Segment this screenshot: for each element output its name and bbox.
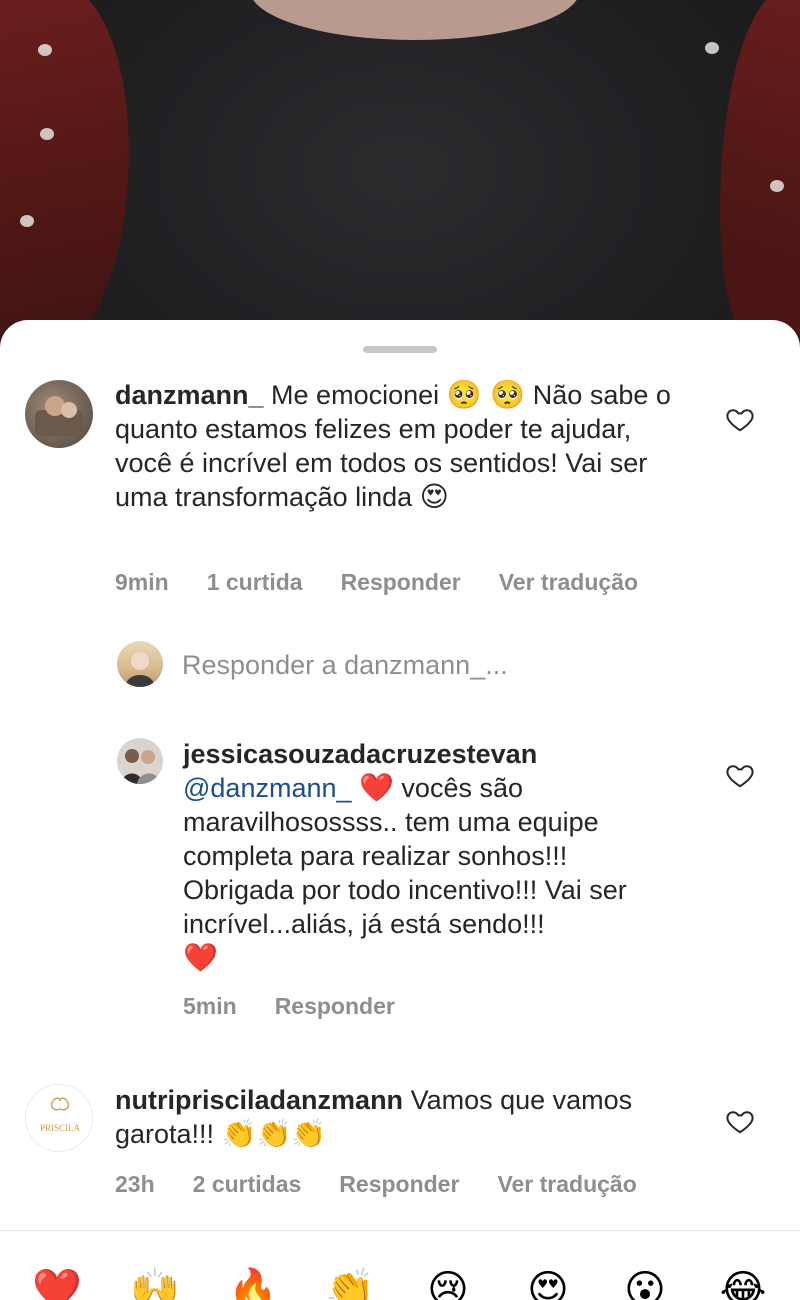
clapping-hands-emoji: 👏👏👏 [221,1117,327,1150]
comment-text: Me emocionei [271,380,440,410]
reply-button[interactable]: Responder [339,1171,459,1198]
background-fabric-right [720,0,800,360]
red-heart-emoji: ❤️ [359,771,394,804]
avatar-photo-icon [35,396,83,436]
mention-link[interactable]: @danzmann_ [183,773,352,803]
comment-body: danzmann_ Me emocionei 🥺 🥺 Não sabe o qu… [115,378,695,514]
avatar[interactable] [117,738,163,784]
divider [0,1230,800,1231]
like-heart-icon[interactable] [725,404,755,434]
comment-username[interactable]: jessicasouzadacruzestevan [183,739,537,769]
reply-button[interactable]: Responder [275,993,395,1020]
reaction-raised-hands-icon[interactable]: 🙌 [125,1260,185,1300]
emoji-reaction-bar: ❤️ 🙌 🔥 👏 😢 😍 😮 😂 [0,1260,800,1300]
avatar[interactable] [25,380,93,448]
reaction-fire-icon[interactable]: 🔥 [223,1260,283,1300]
reply-input-placeholder: Responder a danzmann_... [182,650,508,680]
couple-photo-icon [121,749,161,784]
current-user-avatar [117,641,163,687]
heart-eyes-emoji: 😍 [419,480,449,513]
reply-comment-body: jessicasouzadacruzestevan @danzmann_ ❤️ … [183,737,683,975]
reaction-heart-eyes-icon[interactable]: 😍 [518,1260,578,1300]
red-heart-emoji: ❤️ [183,941,218,974]
comment-meta: 23h 2 curtidas Responder Ver tradução [115,1171,675,1198]
reaction-crying-face-icon[interactable]: 😢 [418,1260,478,1300]
reaction-surprised-face-icon[interactable]: 😮 [615,1260,675,1300]
reaction-clap-icon[interactable]: 👏 [320,1260,380,1300]
background-fabric-left [0,0,156,360]
background-video-frame [0,0,800,360]
comment-time: 23h [115,1171,155,1197]
comment-time: 9min [115,569,169,595]
translate-button[interactable]: Ver tradução [499,569,638,596]
reply-button[interactable]: Responder [341,569,461,596]
priscila-logo-icon: PRISCILA [40,1097,81,1133]
sheet-drag-handle[interactable] [363,346,437,353]
pleading-face-emoji: 🥺 🥺 [446,378,526,411]
reply-input[interactable]: Responder a danzmann_... [182,650,508,681]
comment-body: nutriprisciladanzmann Vamos que vamos ga… [115,1083,635,1151]
avatar[interactable]: PRISCILA [25,1084,93,1152]
comments-sheet: danzmann_ Me emocionei 🥺 🥺 Não sabe o qu… [0,320,800,1300]
comment-meta: 9min 1 curtida Responder Ver tradução [115,569,676,596]
translate-button[interactable]: Ver tradução [497,1171,636,1198]
svg-text:PRISCILA: PRISCILA [40,1123,81,1133]
comment-likes[interactable]: 1 curtida [207,569,303,596]
user-photo-icon [125,652,155,687]
reaction-heart-icon[interactable]: ❤️ [27,1260,87,1300]
background-skin [250,0,580,40]
comment-likes[interactable]: 2 curtidas [193,1171,302,1198]
like-heart-icon[interactable] [725,760,755,790]
comment-time: 5min [183,993,237,1019]
comment-meta: 5min Responder [183,993,433,1020]
comment-username[interactable]: nutriprisciladanzmann [115,1085,403,1115]
comment-username[interactable]: danzmann_ [115,380,264,410]
like-heart-icon[interactable] [725,1106,755,1136]
reaction-laughing-face-icon[interactable]: 😂 [713,1260,773,1300]
